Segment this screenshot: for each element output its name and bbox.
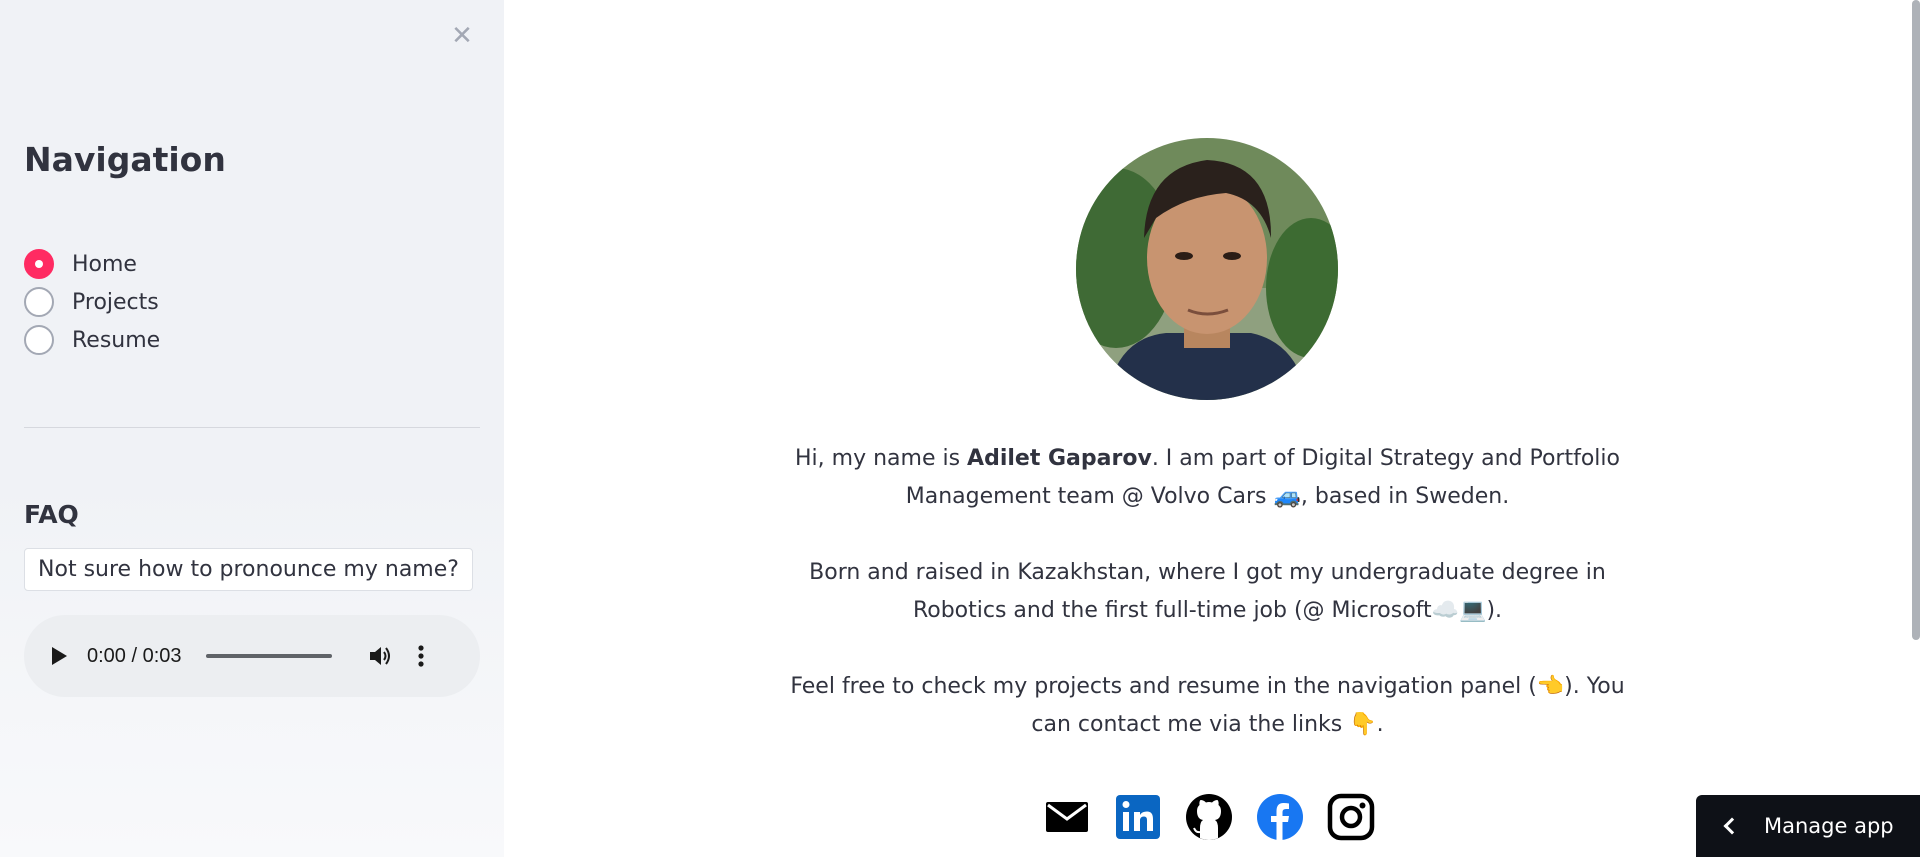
intro-text-segment: Hi, my name is [795, 446, 968, 471]
intro-text: Hi, my name is Adilet Gaparov. I am part… [780, 440, 1635, 782]
social-links [1042, 792, 1376, 842]
author-name: Adilet Gaparov [967, 446, 1152, 471]
nav-option-resume[interactable]: Resume [24, 321, 160, 359]
audio-player: 0:00 / 0:03 [24, 615, 480, 697]
nav-option-label: Home [72, 251, 137, 277]
faq-question: Not sure how to pronounce my name? [24, 548, 473, 591]
audio-progress-slider[interactable] [205, 654, 332, 658]
volume-icon[interactable] [368, 644, 394, 668]
navigation-radio-group: Home Projects Resume [24, 245, 160, 359]
email-icon[interactable] [1042, 792, 1092, 842]
nav-option-home[interactable]: Home [24, 245, 160, 283]
intro-paragraph-2: Born and raised in Kazakhstan, where I g… [809, 560, 1606, 623]
chevron-left-icon [1723, 817, 1741, 835]
instagram-icon[interactable] [1326, 792, 1376, 842]
manage-app-label: Manage app [1764, 814, 1894, 838]
audio-time: 0:00 / 0:03 [87, 644, 182, 667]
sidebar: ✕ Navigation Home Projects Resume FAQ No… [0, 0, 504, 857]
radio-selected-icon[interactable] [24, 249, 54, 279]
linkedin-icon[interactable] [1113, 792, 1163, 842]
navigation-title: Navigation [24, 140, 226, 179]
facebook-icon[interactable] [1255, 792, 1305, 842]
play-icon[interactable] [52, 647, 67, 665]
scrollbar[interactable] [1912, 0, 1920, 640]
close-sidebar-icon[interactable]: ✕ [448, 22, 476, 50]
more-options-icon[interactable] [417, 644, 424, 668]
faq-title: FAQ [24, 500, 79, 529]
profile-photo [1076, 138, 1338, 400]
sidebar-divider [24, 427, 480, 428]
nav-option-label: Resume [72, 327, 161, 353]
radio-unselected-icon[interactable] [24, 287, 54, 317]
intro-paragraph-3: Feel free to check my projects and resum… [790, 674, 1625, 737]
radio-unselected-icon[interactable] [24, 325, 54, 355]
nav-option-projects[interactable]: Projects [24, 283, 160, 321]
intro-paragraph-1: Hi, my name is Adilet Gaparov. I am part… [780, 440, 1635, 516]
github-icon[interactable] [1184, 792, 1234, 842]
nav-option-label: Projects [72, 289, 159, 315]
manage-app-button[interactable]: Manage app [1696, 795, 1920, 857]
